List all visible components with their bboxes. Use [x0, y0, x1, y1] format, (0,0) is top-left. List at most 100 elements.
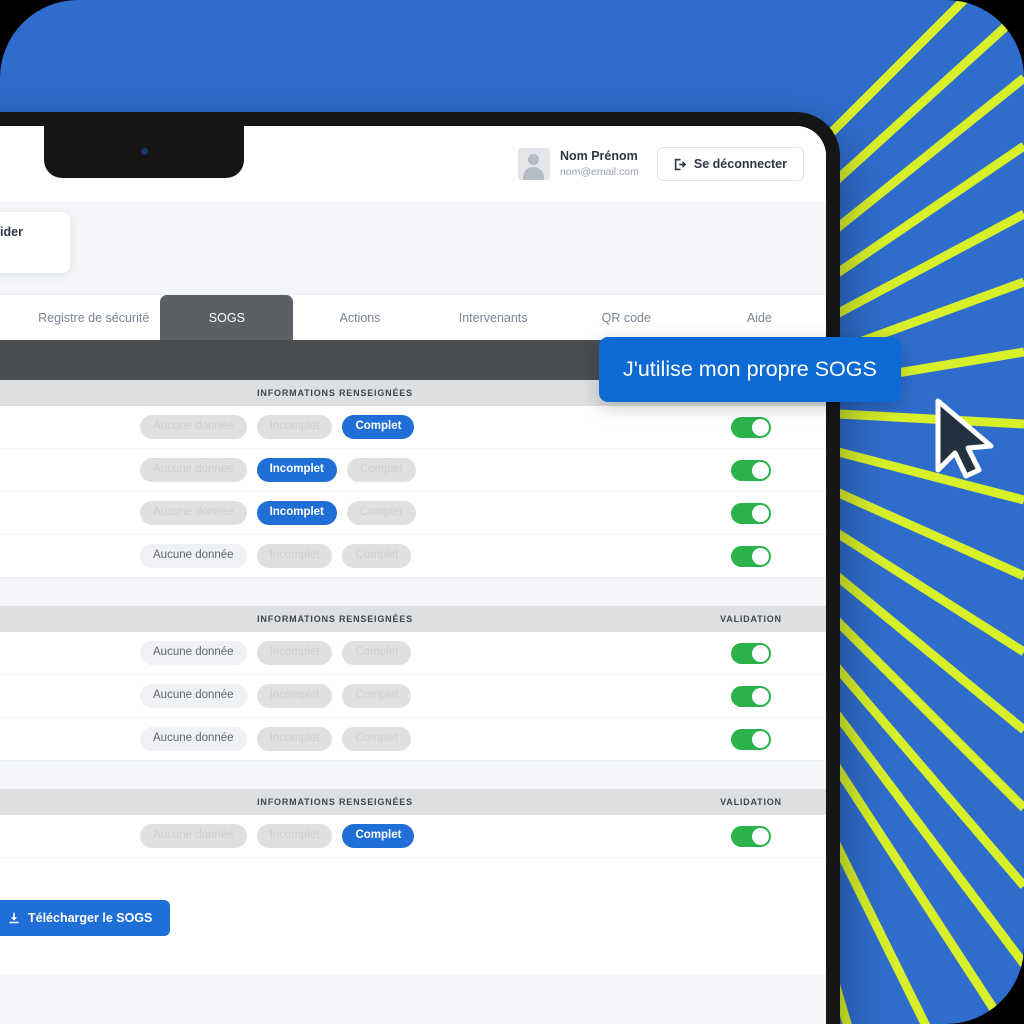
pill-complet[interactable]: Complet	[346, 501, 416, 525]
download-icon	[9, 912, 19, 924]
user-block[interactable]: Nom Prénom nom@email.com	[517, 148, 639, 180]
validation-toggle[interactable]	[731, 459, 771, 481]
row-pills: Aucune donnée Incomplet Complet	[0, 458, 676, 482]
row-pills: Aucune donnée Incomplet Complet	[0, 727, 676, 751]
row-pills: Aucune donnée Incomplet Complet	[0, 544, 676, 568]
pill-complet[interactable]: Complet	[342, 641, 412, 665]
col-informations-header: INFORMATIONS RENSEIGNÉES	[257, 614, 413, 624]
row-pills: Aucune donnée Incomplet Complet	[0, 415, 676, 439]
row-validation	[676, 502, 826, 524]
pill-incomplet[interactable]: Incomplet	[256, 544, 333, 568]
tab-ues[interactable]: ues	[0, 295, 27, 340]
tablet-device: Nom Prénom nom@email.com Se déconnecter	[0, 112, 840, 1024]
pill-aucune-donnee[interactable]: Aucune donnée	[140, 501, 247, 525]
table-row: Aucune donnée Incomplet Complet	[0, 449, 826, 492]
col-informations-header: INFORMATIONS RENSEIGNÉES	[257, 388, 413, 398]
table-row: Aucune donnée Incomplet Complet	[0, 815, 826, 858]
pill-complet[interactable]: Complet	[342, 544, 412, 568]
pill-complet[interactable]: Complet	[342, 824, 415, 848]
user-email: nom@email.com	[559, 166, 639, 179]
table-row: Aucune donnée Incomplet Complet	[0, 718, 826, 761]
pill-complet[interactable]: Complet	[342, 727, 412, 751]
validation-toggle[interactable]	[731, 545, 771, 567]
logout-label: Se déconnecter	[693, 157, 787, 171]
user-name: Nom Prénom	[559, 149, 638, 164]
tab-registre-securite[interactable]: Registre de sécurité	[27, 295, 160, 340]
device-notch	[44, 126, 244, 178]
pill-complet[interactable]: Complet	[346, 458, 416, 482]
row-pills: Aucune donnée Incomplet Complet	[0, 824, 676, 848]
tab-qr-code[interactable]: QR code	[560, 295, 693, 340]
tab-strip: ues Registre de sécurité SOGS Actions In…	[0, 294, 826, 340]
validation-toggle[interactable]	[731, 728, 771, 750]
row-validation	[676, 728, 826, 750]
row-pills: Aucune donnée Incomplet Complet	[0, 501, 676, 525]
training-session-alert-card[interactable]: ession de formation à valider ons de for…	[0, 212, 70, 273]
pill-incomplet[interactable]: Incomplet	[256, 684, 333, 708]
section-header: INFORMATIONS RENSEIGNÉES VALIDATION	[0, 789, 826, 815]
sogs-section-2: INFORMATIONS RENSEIGNÉES VALIDATION Aucu…	[0, 606, 826, 761]
download-sogs-button[interactable]: Télécharger le SOGS	[0, 900, 171, 936]
pill-complet[interactable]: Complet	[342, 415, 415, 439]
alert-link[interactable]: ons de formation à valider	[0, 246, 54, 260]
mouse-pointer-icon	[935, 398, 994, 479]
row-validation	[676, 545, 826, 567]
table-row: Aucune donnée Incomplet Complet	[0, 492, 826, 535]
pill-incomplet[interactable]: Incomplet	[256, 641, 333, 665]
avatar	[517, 148, 550, 180]
sogs-callout-tooltip[interactable]: J'utilise mon propre SOGS	[599, 337, 901, 402]
tab-actions[interactable]: Actions	[293, 295, 426, 340]
pill-aucune-donnee[interactable]: Aucune donnée	[140, 727, 247, 751]
section-gap	[0, 578, 826, 606]
pill-incomplet[interactable]: Incomplet	[256, 727, 333, 751]
camera-dot-icon	[140, 148, 148, 155]
table-row: Aucune donnée Incomplet Complet	[0, 535, 826, 578]
pill-incomplet[interactable]: Incomplet	[256, 824, 333, 848]
screenshot-stage: Nom Prénom nom@email.com Se déconnecter	[0, 0, 1024, 1024]
validation-toggle[interactable]	[731, 416, 771, 438]
validation-toggle[interactable]	[731, 825, 771, 847]
pill-incomplet[interactable]: Incomplet	[256, 458, 337, 482]
section-gap	[0, 761, 826, 789]
footer-zone: Télécharger le SOGS	[0, 858, 826, 974]
table-row: Aucune donnée Incomplet Complet	[0, 675, 826, 718]
row-validation	[676, 685, 826, 707]
download-sogs-label: Télécharger le SOGS	[28, 911, 153, 925]
pill-aucune-donnee[interactable]: Aucune donnée	[140, 544, 247, 568]
table-row: Aucune donnée Incomplet Complet	[0, 632, 826, 675]
sogs-content: INFORMATIONS RENSEIGNÉES Aucune donnée I…	[0, 380, 826, 974]
row-pills: Aucune donnée Incomplet Complet	[0, 641, 676, 665]
sogs-section-3: INFORMATIONS RENSEIGNÉES VALIDATION Aucu…	[0, 789, 826, 858]
col-validation-header: VALIDATION	[720, 614, 782, 624]
alert-title: ession de formation à valider	[0, 225, 23, 239]
logout-icon	[674, 158, 687, 170]
callout-text: J'utilise mon propre SOGS	[623, 357, 877, 381]
tab-aide[interactable]: Aide	[693, 295, 826, 340]
validation-toggle[interactable]	[731, 685, 771, 707]
col-validation-header: VALIDATION	[720, 797, 782, 807]
pill-complet[interactable]: Complet	[342, 684, 412, 708]
sogs-section-1: INFORMATIONS RENSEIGNÉES Aucune donnée I…	[0, 380, 826, 578]
logout-button[interactable]: Se déconnecter	[656, 147, 804, 181]
row-validation	[676, 825, 826, 847]
row-validation	[676, 416, 826, 438]
pill-aucune-donnee[interactable]: Aucune donnée	[140, 824, 247, 848]
table-row: Aucune donnée Incomplet Complet	[0, 406, 826, 449]
pill-aucune-donnee[interactable]: Aucune donnée	[140, 415, 247, 439]
pill-aucune-donnee[interactable]: Aucune donnée	[140, 684, 247, 708]
validation-toggle[interactable]	[731, 502, 771, 524]
row-validation	[676, 459, 826, 481]
validation-toggle[interactable]	[731, 642, 771, 664]
pill-incomplet[interactable]: Incomplet	[256, 501, 337, 525]
section-header: INFORMATIONS RENSEIGNÉES VALIDATION	[0, 606, 826, 632]
row-pills: Aucune donnée Incomplet Complet	[0, 684, 676, 708]
tab-sogs[interactable]: SOGS	[160, 295, 294, 340]
pill-incomplet[interactable]: Incomplet	[256, 415, 333, 439]
pill-aucune-donnee[interactable]: Aucune donnée	[140, 641, 247, 665]
tab-intervenants[interactable]: Intervenants	[427, 295, 560, 340]
alert-zone: ession de formation à valider ons de for…	[0, 202, 826, 294]
pill-aucune-donnee[interactable]: Aucune donnée	[140, 458, 247, 482]
web-application: Nom Prénom nom@email.com Se déconnecter	[0, 126, 826, 1024]
col-informations-header: INFORMATIONS RENSEIGNÉES	[257, 797, 413, 807]
device-screen: Nom Prénom nom@email.com Se déconnecter	[0, 126, 826, 1024]
